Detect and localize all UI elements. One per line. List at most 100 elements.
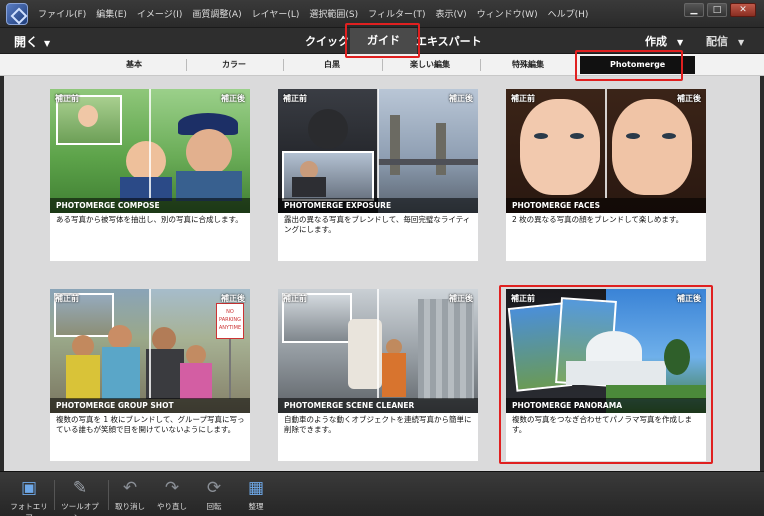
card-photomerge-scene-cleaner[interactable]: 補正前 補正後 PHOTOMERGE SCENE CLEANER 自動車のような… — [278, 289, 478, 461]
open-label: 開く — [14, 35, 39, 49]
card-description: 2 枚の異なる写真の顔をブレンドして楽しめます。 — [512, 215, 684, 224]
tab-bw[interactable]: 白黒 — [324, 59, 340, 70]
before-label: 補正前 — [283, 294, 307, 303]
undo-label: 取り消し — [115, 502, 145, 511]
tool-options-button[interactable]: ✎ ツールオプシ... — [56, 478, 104, 516]
card-photomerge-faces[interactable]: 補正前 補正後 PHOTOMERGE FACES 2 枚の異なる写真の顔をブレン… — [506, 89, 706, 261]
person-shirt — [180, 363, 212, 399]
after-label: 補正後 — [449, 94, 473, 103]
photo-area-label: フォトエリア — [10, 502, 48, 516]
card-title: PHOTOMERGE SCENE CLEANER — [278, 398, 478, 413]
before-after-divider — [149, 289, 151, 398]
tab-expert[interactable]: エキスパート — [416, 33, 482, 49]
boy-face — [78, 105, 98, 127]
card-photomerge-group-shot[interactable]: NO PARKING ANYTIME 補正前 補正後 PHOTOMERGE GR… — [50, 289, 250, 461]
bridge-tower — [436, 123, 446, 175]
tab-fun-edits[interactable]: 楽しい編集 — [410, 59, 450, 70]
photomerge-tab-highlight — [575, 50, 683, 81]
card-photomerge-exposure[interactable]: 補正前 補正後 PHOTOMERGE EXPOSURE 露出の異なる写真をブレン… — [278, 89, 478, 261]
no-parking-sign: NO PARKING ANYTIME — [216, 303, 244, 339]
minimize-button[interactable]: ▁ — [684, 3, 704, 17]
person-silhouette — [308, 109, 348, 149]
before-after-divider — [377, 289, 379, 398]
tab-divider — [283, 59, 284, 71]
create-button[interactable]: 作成 ▼ — [645, 33, 683, 49]
organize-button[interactable]: ▦ 整理 — [240, 478, 272, 512]
scene-cleaner-thumbnail: 補正前 補正後 PHOTOMERGE SCENE CLEANER — [278, 289, 478, 413]
guide-tab-highlight — [345, 23, 420, 58]
menu-file[interactable]: ファイル(F) — [38, 7, 86, 20]
compose-thumbnail: 補正前 補正後 PHOTOMERGE COMPOSE — [50, 89, 250, 213]
before-label: 補正前 — [55, 294, 79, 303]
undo-icon: ↶ — [122, 478, 138, 498]
before-after-divider — [149, 89, 151, 198]
after-label: 補正後 — [221, 294, 245, 303]
menu-filter[interactable]: フィルター(T) — [368, 7, 425, 20]
before-label: 補正前 — [283, 94, 307, 103]
person-face — [108, 325, 132, 349]
menu-layer[interactable]: レイヤー(L) — [252, 7, 300, 20]
brush-icon: ✎ — [72, 478, 88, 498]
card-title: PHOTOMERGE EXPOSURE — [278, 198, 478, 213]
menu-enhance[interactable]: 画質調整(A) — [192, 7, 241, 20]
bridge-deck — [378, 159, 478, 165]
sign-pole — [229, 339, 231, 399]
faces-thumbnail: 補正前 補正後 PHOTOMERGE FACES — [506, 89, 706, 213]
photo-bin-icon: ▣ — [20, 478, 38, 498]
tab-special-edits[interactable]: 特殊編集 — [512, 59, 544, 70]
undo-button[interactable]: ↶ 取り消し — [112, 478, 148, 512]
organize-grid-icon: ▦ — [247, 478, 265, 498]
card-description: 露出の異なる写真をブレンドして、毎回完璧なライティングにします。 — [284, 215, 471, 234]
before-label: 補正前 — [511, 94, 535, 103]
card-description: 複数の写真を 1 枚にブレンドして、グループ写真に写っている誰もが笑顔で目を開け… — [56, 415, 245, 434]
app-logo-icon[interactable] — [6, 3, 28, 25]
menu-help[interactable]: ヘルプ(H) — [548, 7, 589, 20]
person-shirt — [66, 355, 100, 399]
menu-window[interactable]: ウィンドウ(W) — [477, 7, 538, 20]
photo-area-button[interactable]: ▣ フォトエリア — [8, 478, 50, 516]
maximize-button[interactable]: □ — [707, 3, 727, 17]
redo-icon: ↷ — [164, 478, 180, 498]
card-title: PHOTOMERGE GROUP SHOT — [50, 398, 250, 413]
window-controls: ▁ □ ✕ — [684, 3, 756, 17]
menu-select[interactable]: 選択範囲(S) — [309, 7, 358, 20]
person-shirt — [102, 347, 140, 399]
tool-options-label: ツールオプシ... — [61, 502, 99, 516]
chevron-down-icon: ▼ — [738, 38, 745, 47]
close-button[interactable]: ✕ — [730, 3, 756, 17]
tab-basic[interactable]: 基本 — [126, 59, 142, 70]
open-button[interactable]: 開く ▼ — [14, 33, 50, 50]
building — [418, 299, 474, 399]
card-title: PHOTOMERGE COMPOSE — [50, 198, 250, 213]
card-photomerge-compose[interactable]: 補正前 補正後 PHOTOMERGE COMPOSE ある写真から被写体を抽出し… — [50, 89, 250, 261]
group-shot-thumbnail: NO PARKING ANYTIME 補正前 補正後 PHOTOMERGE GR… — [50, 289, 250, 413]
share-button[interactable]: 配信 ▼ — [706, 33, 744, 49]
person-face — [186, 345, 206, 365]
redo-button[interactable]: ↷ やり直し — [154, 478, 190, 512]
after-label: 補正後 — [449, 294, 473, 303]
menu-items: ファイル(F) 編集(E) イメージ(I) 画質調整(A) レイヤー(L) 選択… — [38, 7, 598, 20]
chevron-down-icon: ▼ — [44, 39, 51, 48]
menu-edit[interactable]: 編集(E) — [96, 7, 127, 20]
bridge-tower — [390, 115, 400, 175]
boy-face — [186, 129, 232, 175]
girl-face — [520, 99, 600, 195]
after-label: 補正後 — [221, 94, 245, 103]
before-label: 補正前 — [55, 94, 79, 103]
menu-image[interactable]: イメージ(I) — [137, 7, 183, 20]
tab-quick[interactable]: クイック — [305, 33, 349, 49]
toolbar-divider — [108, 480, 109, 510]
person-face — [72, 335, 94, 357]
person-jacket — [382, 353, 406, 397]
eye — [662, 133, 676, 139]
boy-face — [126, 141, 166, 181]
rotate-button[interactable]: ⟳ 回転 — [198, 478, 230, 512]
card-description: 自動車のような動くオブジェクトを連続写真から簡単に削除できます。 — [284, 415, 472, 434]
chevron-down-icon: ▼ — [677, 38, 684, 47]
card-description: ある写真から被写体を抽出し、別の写真に合成します。 — [56, 215, 243, 224]
rotate-icon: ⟳ — [206, 478, 222, 498]
bottom-toolbar: ▣ フォトエリア ✎ ツールオプシ... ↶ 取り消し ↷ やり直し ⟳ 回転 … — [0, 471, 764, 516]
menu-view[interactable]: 表示(V) — [435, 7, 466, 20]
tab-divider — [186, 59, 187, 71]
tab-color[interactable]: カラー — [222, 59, 246, 70]
